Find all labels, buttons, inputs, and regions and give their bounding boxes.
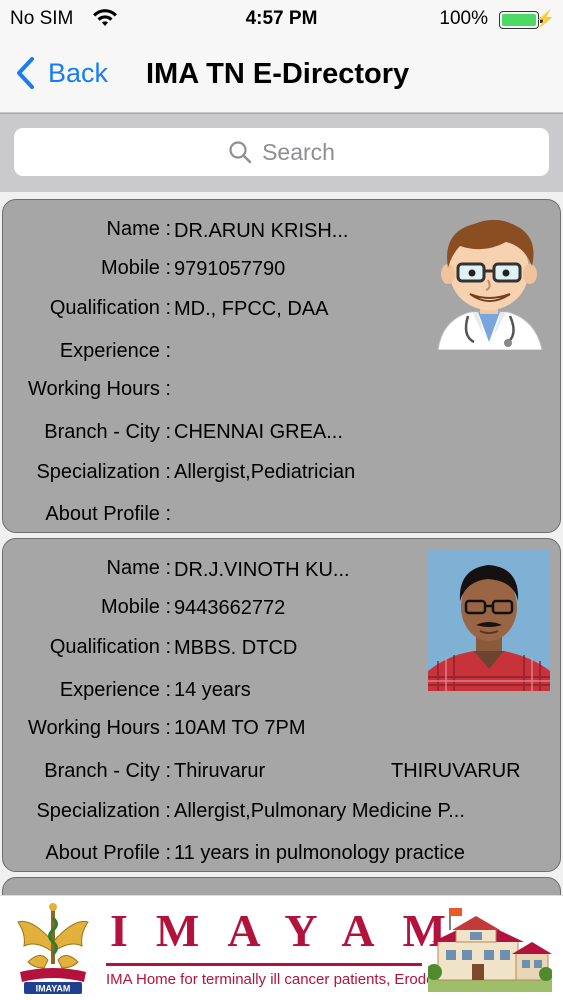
about-label: About Profile : [45, 503, 171, 525]
doctor-name: DR.ARUN KRISH... [174, 220, 349, 242]
search-bar: Search [0, 114, 563, 192]
navigation-bar: Back IMA TN E-Directory [0, 40, 563, 113]
search-icon [229, 141, 252, 164]
doctor-experience: 14 years [174, 679, 251, 701]
specialization-label: Specialization : [36, 461, 171, 483]
doctor-city: THIRUVARUR [391, 760, 521, 782]
back-button[interactable]: Back [14, 56, 108, 90]
branch-city-label: Branch - City : [44, 421, 171, 443]
qualification-label: Qualification : [49, 297, 171, 319]
doctor-about: 11 years in pulmonology practice [174, 842, 465, 864]
experience-label: Experience : [59, 340, 171, 362]
working-hours-label: Working Hours : [27, 717, 171, 739]
doctor-qualification: MBBS. DTCD [174, 637, 298, 659]
search-input[interactable]: Search [14, 128, 549, 176]
banner-divider [106, 963, 422, 966]
qualification-label: Qualification : [49, 636, 171, 658]
doctor-branch: Thiruvarur [174, 760, 266, 782]
specialization-label: Specialization : [36, 800, 171, 822]
doctor-card[interactable] [2, 877, 561, 895]
doctor-branch: CHENNAI GREA... [174, 421, 343, 443]
battery-percent: 100% [439, 8, 488, 29]
battery-icon [499, 11, 543, 29]
bolt-icon: ⚡ [535, 11, 555, 28]
back-label: Back [48, 57, 109, 88]
status-bar: No SIM 4:57 PM 100% ⚡ [0, 0, 563, 40]
logo-text: IMAYAM [36, 984, 71, 994]
branch-city-label: Branch - City : [44, 760, 171, 782]
doctor-card[interactable]: Name : DR.ARUN KRISH... Mobile : 9791057… [2, 199, 561, 533]
doctor-mobile[interactable]: 9443662772 [174, 597, 285, 620]
imayam-banner[interactable]: IMAYAM IMAYAM IMA Home for terminally il… [0, 895, 563, 1000]
mobile-label: Mobile : [100, 596, 171, 618]
about-label: About Profile : [45, 842, 171, 864]
name-label: Name : [106, 557, 171, 579]
doctor-specialization: Allergist,Pulmonary Medicine P... [174, 800, 465, 822]
hospice-building-icon [428, 908, 552, 992]
working-hours-label: Working Hours : [27, 378, 171, 400]
search-placeholder: Search [262, 138, 335, 165]
banner-tagline: IMA Home for terminally ill cancer patie… [106, 971, 435, 988]
chevron-left-icon [17, 57, 34, 89]
doctor-card[interactable]: Name : DR.J.VINOTH KU... Mobile : 944366… [2, 538, 561, 872]
mobile-label: Mobile : [100, 257, 171, 279]
banner-brand: IMAYAM [110, 905, 474, 956]
doctor-name: DR.J.VINOTH KU... [174, 559, 350, 581]
doctor-qualification: MD., FPCC, DAA [174, 298, 329, 320]
doctor-specialization: Allergist,Pediatrician [174, 461, 356, 483]
page-title: IMA TN E-Directory [146, 58, 410, 90]
name-label: Name : [106, 218, 171, 240]
doctor-list[interactable]: Name : DR.ARUN KRISH... Mobile : 9791057… [0, 192, 563, 895]
imayam-logo: IMAYAM [17, 903, 89, 994]
doctor-photo [428, 549, 550, 691]
doctor-working-hours: 10AM TO 7PM [174, 717, 306, 739]
experience-label: Experience : [59, 679, 171, 701]
doctor-mobile[interactable]: 9791057790 [174, 258, 285, 281]
cartoon-doctor-avatar [437, 219, 543, 350]
